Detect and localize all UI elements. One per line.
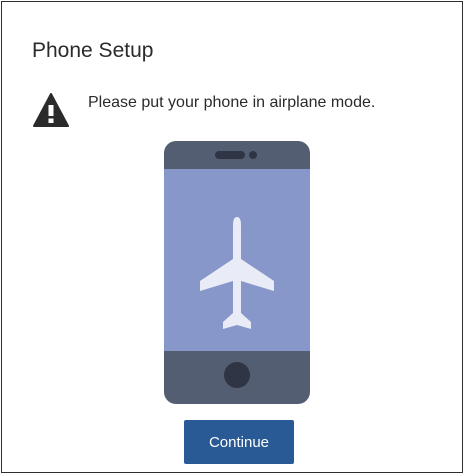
continue-button[interactable]: Continue (184, 420, 294, 464)
phone-camera (249, 151, 257, 159)
phone-home-button (224, 362, 250, 388)
instruction-message: Please put your phone in airplane mode. (88, 94, 376, 111)
airplane-mode-phone-illustration (164, 141, 310, 404)
dialog-title: Phone Setup (32, 39, 154, 62)
phone-setup-dialog: Phone Setup Please put your phone in air… (1, 1, 463, 473)
phone-speaker (215, 151, 245, 159)
warning-icon (33, 93, 69, 127)
